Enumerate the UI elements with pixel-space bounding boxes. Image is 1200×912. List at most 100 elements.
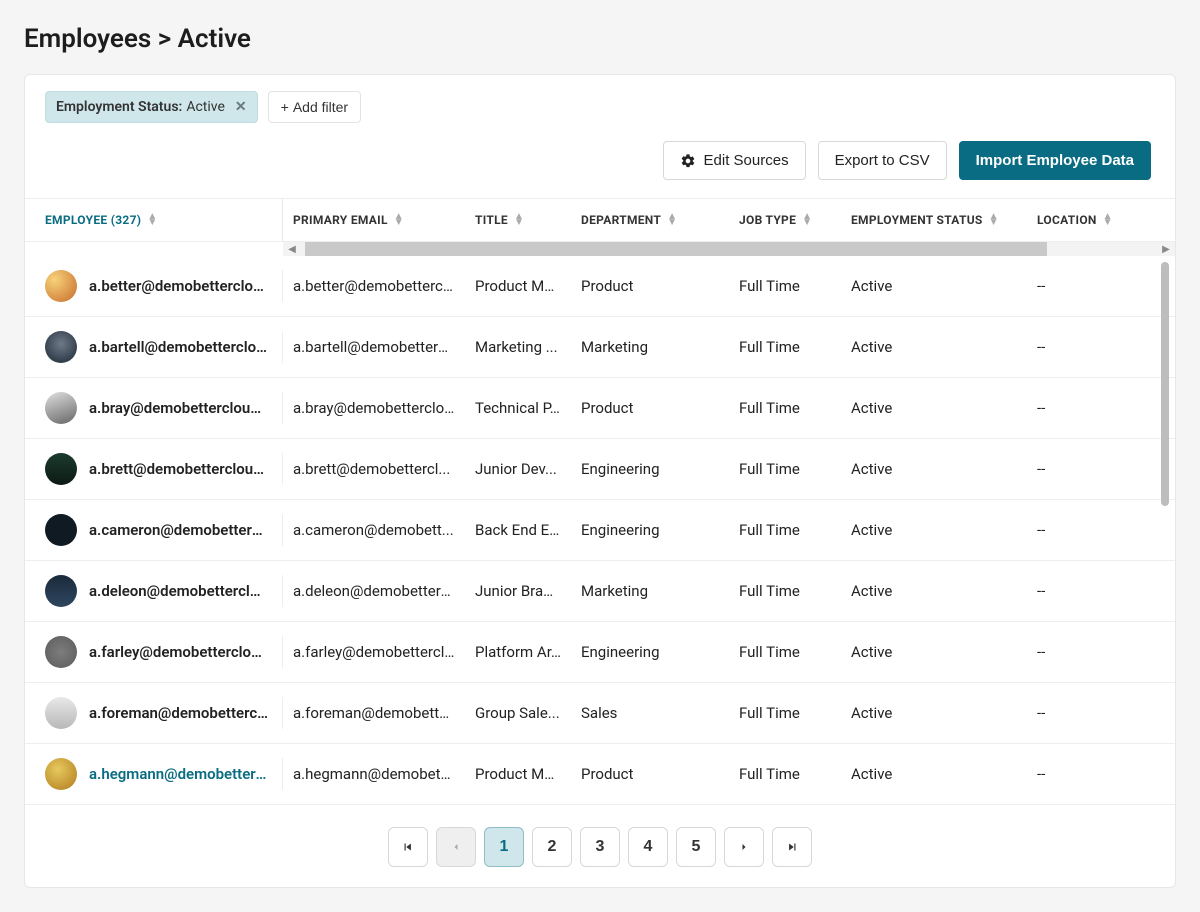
cell-title: Back End E...	[465, 521, 571, 539]
table-row[interactable]: a.foreman@demobetterclo...a.foreman@demo…	[25, 683, 1175, 744]
cell-employee[interactable]: a.cameron@demobettercl...	[25, 514, 283, 546]
avatar	[45, 758, 77, 790]
table-body: a.better@demobettercloud...a.better@demo…	[25, 256, 1175, 805]
employee-link[interactable]: a.cameron@demobettercl...	[89, 521, 269, 539]
column-header-employment-status[interactable]: EMPLOYMENT STATUS ▲▼	[841, 199, 1027, 241]
cell-job-type: Full Time	[729, 643, 841, 661]
cell-location: --	[1027, 521, 1169, 539]
employee-link[interactable]: a.deleon@demobetterclou...	[89, 582, 269, 600]
cell-primary-email: a.brett@demobettercl...	[283, 460, 465, 478]
close-icon[interactable]: ✕	[235, 99, 247, 115]
column-header-job-type[interactable]: JOB TYPE ▲▼	[729, 199, 841, 241]
employee-link[interactable]: a.foreman@demobetterclo...	[89, 704, 269, 722]
column-header-employee[interactable]: EMPLOYEE (327) ▲▼	[25, 199, 283, 241]
cell-department: Product	[571, 277, 729, 295]
table-row[interactable]: a.bray@demobettercloud....a.bray@demobet…	[25, 378, 1175, 439]
vertical-scroll-thumb[interactable]	[1161, 262, 1169, 506]
horizontal-scrollbar[interactable]: ◀ ▶	[283, 242, 1175, 256]
table-row[interactable]: a.bartell@demobettercloud... a.bartell@de…	[25, 317, 1175, 378]
cell-employee[interactable]: a.foreman@demobetterclo...	[25, 697, 283, 729]
avatar	[45, 270, 77, 302]
add-filter-button[interactable]: + Add filter	[268, 91, 361, 123]
employee-link[interactable]: a.hegmann@demobettercl...	[89, 765, 269, 783]
cell-employment-status: Active	[841, 399, 1027, 417]
import-employee-data-button[interactable]: Import Employee Data	[959, 141, 1151, 180]
cell-employment-status: Active	[841, 765, 1027, 783]
sort-icon: ▲▼	[989, 214, 999, 226]
cell-title: Product Ma...	[465, 765, 571, 783]
table-row[interactable]: a.deleon@demobetterclou...a.deleon@demob…	[25, 561, 1175, 622]
add-filter-label: Add filter	[293, 99, 348, 115]
breadcrumb-current: Active	[178, 24, 251, 54]
cell-employee[interactable]: a.bartell@demobettercloud...	[25, 331, 283, 363]
cell-department: Marketing	[571, 582, 729, 600]
employee-link[interactable]: a.farley@demobettercloud...	[89, 643, 269, 661]
avatar	[45, 331, 77, 363]
cell-title: Group Sale...	[465, 704, 571, 722]
cell-primary-email: a.farley@demobettercl...	[283, 643, 465, 661]
scroll-right-arrow-icon[interactable]: ▶	[1157, 242, 1175, 256]
cell-title: Junior Dev...	[465, 460, 571, 478]
table-row[interactable]: a.cameron@demobettercl... a.cameron@demob…	[25, 500, 1175, 561]
pagination-first-button[interactable]	[388, 827, 428, 867]
sort-icon: ▲▼	[1103, 214, 1113, 226]
edit-sources-button[interactable]: Edit Sources	[663, 141, 806, 180]
filter-chip-employment-status[interactable]: Employment Status: Active ✕	[45, 91, 258, 123]
export-csv-button[interactable]: Export to CSV	[818, 141, 947, 180]
employees-table: EMPLOYEE (327) ▲▼ PRIMARY EMAIL ▲▼ TITLE…	[25, 198, 1175, 805]
cell-location: --	[1027, 765, 1169, 783]
avatar	[45, 514, 77, 546]
cell-job-type: Full Time	[729, 765, 841, 783]
breadcrumb-root[interactable]: Employees	[24, 24, 151, 54]
last-page-icon	[785, 840, 799, 854]
pagination-page-5[interactable]: 5	[676, 827, 716, 867]
cell-location: --	[1027, 704, 1169, 722]
plus-icon: +	[281, 99, 289, 115]
employee-link[interactable]: a.brett@demobettercloud....	[89, 460, 269, 478]
pagination-last-button[interactable]	[772, 827, 812, 867]
cell-job-type: Full Time	[729, 582, 841, 600]
pagination-page-4[interactable]: 4	[628, 827, 668, 867]
employee-link[interactable]: a.bray@demobettercloud....	[89, 399, 269, 417]
pagination-page-1[interactable]: 1	[484, 827, 524, 867]
pagination-page-3[interactable]: 3	[580, 827, 620, 867]
chevron-right-icon	[738, 841, 750, 853]
cell-employee[interactable]: a.bray@demobettercloud....	[25, 392, 283, 424]
column-header-location[interactable]: LOCATION ▲▼	[1027, 199, 1169, 241]
cell-job-type: Full Time	[729, 399, 841, 417]
avatar	[45, 392, 77, 424]
horizontal-scroll-thumb[interactable]	[305, 242, 1047, 256]
column-header-department[interactable]: DEPARTMENT ▲▼	[571, 199, 729, 241]
table-row[interactable]: a.better@demobettercloud...a.better@demo…	[25, 256, 1175, 317]
pagination-page-2[interactable]: 2	[532, 827, 572, 867]
employee-link[interactable]: a.better@demobettercloud...	[89, 277, 269, 295]
cell-location: --	[1027, 399, 1169, 417]
column-header-primary-email[interactable]: PRIMARY EMAIL ▲▼	[283, 199, 465, 241]
export-csv-label: Export to CSV	[835, 152, 930, 169]
cell-department: Sales	[571, 704, 729, 722]
table-row[interactable]: a.brett@demobettercloud.... a.brett@demob…	[25, 439, 1175, 500]
cell-location: --	[1027, 338, 1169, 356]
scroll-left-arrow-icon[interactable]: ◀	[283, 242, 301, 256]
cell-location: --	[1027, 460, 1169, 478]
cell-employment-status: Active	[841, 277, 1027, 295]
column-header-title[interactable]: TITLE ▲▼	[465, 199, 571, 241]
column-header-department-label: DEPARTMENT	[581, 213, 661, 227]
table-row[interactable]: a.hegmann@demobettercl...a.hegmann@demob…	[25, 744, 1175, 805]
cell-employee[interactable]: a.brett@demobettercloud....	[25, 453, 283, 485]
cell-employee[interactable]: a.farley@demobettercloud...	[25, 636, 283, 668]
cell-title: Marketing ...	[465, 338, 571, 356]
first-page-icon	[401, 840, 415, 854]
cell-primary-email: a.cameron@demobett...	[283, 521, 465, 539]
sort-icon: ▲▼	[802, 214, 812, 226]
cell-employee[interactable]: a.deleon@demobetterclou...	[25, 575, 283, 607]
pagination-prev-button[interactable]	[436, 827, 476, 867]
filter-chip-label: Employment Status:	[56, 99, 182, 115]
pagination-next-button[interactable]	[724, 827, 764, 867]
employee-link[interactable]: a.bartell@demobettercloud...	[89, 338, 269, 356]
table-row[interactable]: a.farley@demobettercloud... a.farley@demo…	[25, 622, 1175, 683]
cell-employee[interactable]: a.hegmann@demobettercl...	[25, 758, 283, 790]
filter-chip-value: Active	[186, 99, 225, 115]
cell-primary-email: a.bartell@demobetterc...	[283, 338, 465, 356]
cell-employee[interactable]: a.better@demobettercloud...	[25, 270, 283, 302]
